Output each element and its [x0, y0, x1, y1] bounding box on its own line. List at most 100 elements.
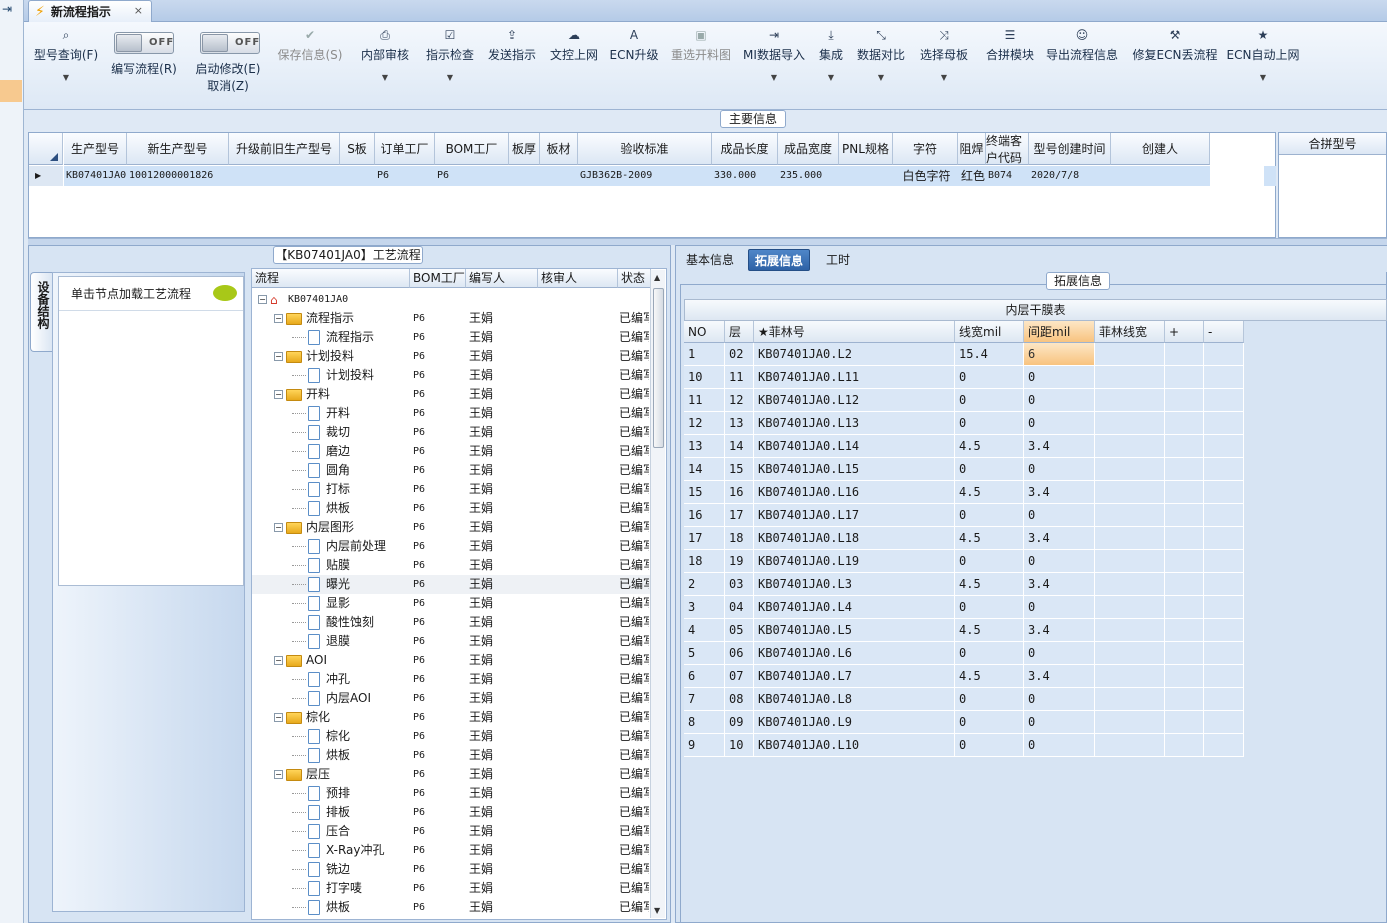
main-col-header[interactable]: 成品长度 [712, 133, 778, 165]
film-cell[interactable] [1095, 389, 1165, 412]
film-cell[interactable]: 3.4 [1024, 527, 1095, 550]
tree-step-row[interactable]: 内层前处理 P6 王娟 已编写 [252, 537, 650, 556]
film-cell[interactable]: 10 [684, 366, 725, 389]
film-cell[interactable] [1204, 734, 1244, 757]
tree-step-row[interactable]: 圆角 P6 王娟 已编写 [252, 461, 650, 480]
film-cell[interactable]: 0 [1024, 711, 1095, 734]
film-cell[interactable]: 14 [725, 435, 754, 458]
main-cell[interactable]: 330.000 [712, 166, 778, 186]
film-cell[interactable]: 4.5 [955, 435, 1024, 458]
main-col-header[interactable]: BOM工厂 [435, 133, 509, 165]
film-cell[interactable] [1204, 688, 1244, 711]
tab-new-flow-instruction[interactable]: ⚡ 新流程指示 × [28, 0, 152, 22]
film-cell[interactable]: 3.4 [1024, 481, 1095, 504]
film-table-row[interactable]: 6 07 KB07401JA0.L7 4.5 3.4 [684, 665, 1244, 688]
tree-step-row[interactable]: 烘板 P6 王娟 已编写 [252, 898, 650, 917]
film-cell[interactable] [1165, 573, 1204, 596]
main-cell[interactable]: B074 [986, 166, 1029, 186]
film-cell[interactable] [1095, 665, 1165, 688]
collapse-icon[interactable]: − [274, 656, 283, 665]
film-cell[interactable]: 5 [684, 642, 725, 665]
film-cell[interactable] [1165, 366, 1204, 389]
film-cell[interactable]: 4.5 [955, 481, 1024, 504]
collapse-icon[interactable]: − [274, 352, 283, 361]
film-cell[interactable]: 9 [684, 734, 725, 757]
side-tab-equipment-structure[interactable]: 设备结构 [30, 272, 52, 352]
film-col-header[interactable]: NO [684, 321, 725, 343]
film-cell[interactable] [1095, 619, 1165, 642]
tree-step-row[interactable]: 烘板 P6 王娟 已编写 [252, 499, 650, 518]
tree-step-row[interactable]: 曝光 P6 王娟 已编写 [252, 575, 650, 594]
film-cell[interactable]: 19 [725, 550, 754, 573]
dropdown-arrow-icon[interactable]: ▼ [32, 73, 100, 82]
film-col-header[interactable]: 层 [725, 321, 754, 343]
film-cell[interactable] [1165, 734, 1204, 757]
film-cell[interactable] [1095, 688, 1165, 711]
film-cell[interactable] [1165, 642, 1204, 665]
film-cell[interactable]: 0 [1024, 596, 1095, 619]
tree-step-row[interactable]: 内层AOI P6 王娟 已编写 [252, 689, 650, 708]
film-cell[interactable]: 08 [725, 688, 754, 711]
main-col-header[interactable]: 板材 [540, 133, 578, 165]
film-cell[interactable]: 0 [955, 734, 1024, 757]
main-cell[interactable]: 10012000001826 [127, 166, 229, 186]
main-col-header[interactable]: 验收标准 [578, 133, 712, 165]
film-cell[interactable]: 0 [1024, 734, 1095, 757]
film-cell[interactable] [1165, 504, 1204, 527]
film-cell[interactable] [1204, 619, 1244, 642]
film-cell[interactable]: 0 [1024, 642, 1095, 665]
ecn-auto-button[interactable]: ★ ECN自动上网 ▼ [1226, 28, 1300, 82]
film-cell[interactable] [1165, 619, 1204, 642]
main-col-header[interactable]: 订单工厂 [375, 133, 435, 165]
film-cell[interactable]: 11 [684, 389, 725, 412]
scroll-thumb[interactable] [653, 288, 664, 448]
tree-folder-row[interactable]: − 计划投料 P6 王娟 已编写 [252, 347, 650, 366]
film-cell[interactable]: 0 [955, 596, 1024, 619]
tree-step-row[interactable]: 打字唛 P6 王娟 已编写 [252, 879, 650, 898]
collapse-icon[interactable]: − [274, 713, 283, 722]
process-tree-scrollbar[interactable]: ▲ ▼ [650, 270, 665, 918]
film-col-header[interactable]: ★菲林号 [754, 321, 955, 343]
film-cell[interactable]: 3.4 [1024, 435, 1095, 458]
mi-import-button[interactable]: ⇥ MI数据导入 ▼ [738, 28, 810, 82]
film-cell[interactable]: 2 [684, 573, 725, 596]
dropdown-arrow-icon[interactable]: ▼ [738, 73, 810, 82]
film-cell[interactable] [1204, 665, 1244, 688]
send-instruction-button[interactable]: ⇪ 发送指示 [484, 28, 540, 63]
film-cell[interactable]: KB07401JA0.L8 [754, 688, 955, 711]
film-cell[interactable]: 07 [725, 665, 754, 688]
film-cell[interactable] [1204, 642, 1244, 665]
film-cell[interactable]: 15 [684, 481, 725, 504]
film-cell[interactable]: 12 [684, 412, 725, 435]
main-cell[interactable] [229, 166, 340, 186]
fix-ecn-button[interactable]: ⚒ 修复ECN丢流程 [1132, 28, 1218, 63]
film-cell[interactable]: 14 [684, 458, 725, 481]
film-cell[interactable] [1204, 596, 1244, 619]
film-cell[interactable]: KB07401JA0.L4 [754, 596, 955, 619]
film-table-row[interactable]: 12 13 KB07401JA0.L13 0 0 [684, 412, 1244, 435]
film-cell[interactable]: 0 [1024, 366, 1095, 389]
film-table-row[interactable]: 3 04 KB07401JA0.L4 0 0 [684, 596, 1244, 619]
film-cell[interactable]: 3.4 [1024, 619, 1095, 642]
main-col-header[interactable]: 生产型号 [64, 133, 127, 165]
main-cell[interactable] [1111, 166, 1210, 186]
merge-module-button[interactable]: ☰ 合拼模块 [982, 28, 1038, 63]
film-col-header[interactable]: + [1165, 321, 1204, 343]
film-cell[interactable] [1204, 435, 1244, 458]
left-nav-selected-item[interactable] [0, 80, 22, 102]
main-col-header[interactable]: 创建人 [1111, 133, 1210, 165]
main-col-header[interactable]: 板厚 [509, 133, 540, 165]
film-cell[interactable]: 4.5 [955, 573, 1024, 596]
tree-folder-row[interactable]: − 棕化 P6 王娟 已编写 [252, 708, 650, 727]
film-cell[interactable]: 6 [1024, 343, 1095, 366]
data-compare-button[interactable]: ⤡ 数据对比 ▼ [854, 28, 908, 82]
film-table-row[interactable]: 4 05 KB07401JA0.L5 4.5 3.4 [684, 619, 1244, 642]
film-cell[interactable]: KB07401JA0.L3 [754, 573, 955, 596]
film-cell[interactable]: 16 [725, 481, 754, 504]
tab-basic-info[interactable]: 基本信息 [680, 249, 740, 271]
film-cell[interactable]: 0 [955, 642, 1024, 665]
film-table-row[interactable]: 15 16 KB07401JA0.L16 4.5 3.4 [684, 481, 1244, 504]
film-cell[interactable] [1204, 504, 1244, 527]
film-cell[interactable] [1095, 596, 1165, 619]
tree-step-row[interactable]: 预排 P6 王娟 已编写 [252, 784, 650, 803]
